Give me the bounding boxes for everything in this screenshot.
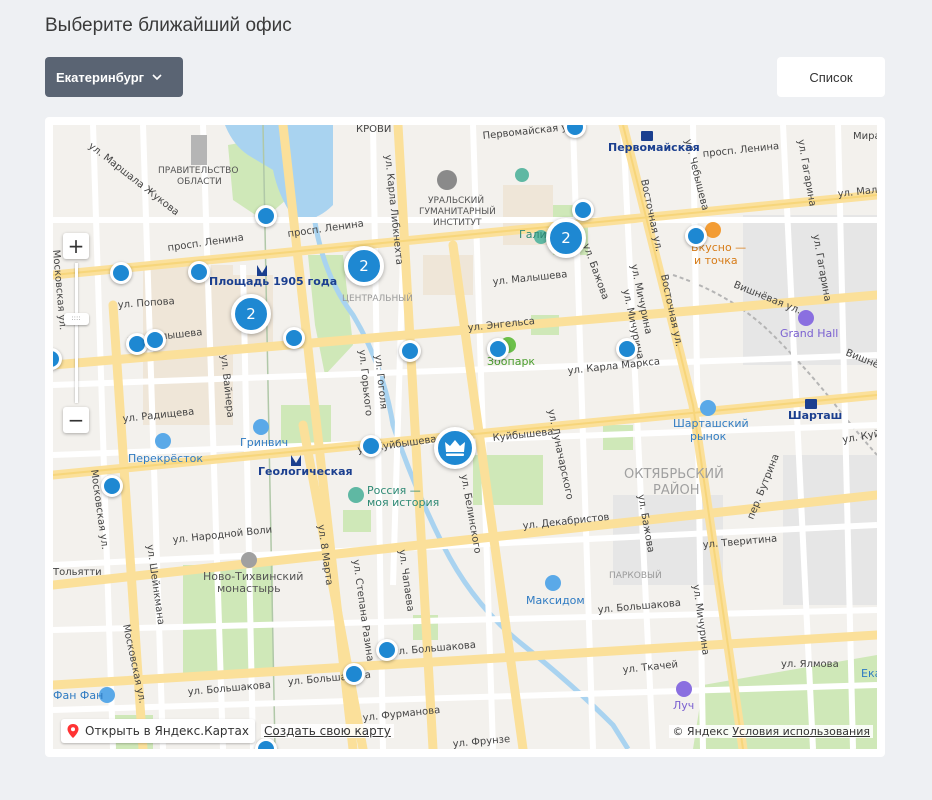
poi-grinvich: Гринвич <box>240 436 288 449</box>
poi-institute-1: УРАЛЬСКИЙ <box>428 194 484 206</box>
metro-geologicheskaya-label: Геологическая <box>258 465 353 478</box>
office-marker[interactable] <box>101 475 123 497</box>
poi-institute-2: ГУМАНИТАРНЫЙ <box>419 205 496 217</box>
area-label-centralny: ЦЕНТРАЛЬНЫЙ <box>342 292 413 304</box>
page-title: Выберите ближайший офис <box>45 15 292 36</box>
zoom-in-button[interactable]: + <box>63 233 89 259</box>
list-button[interactable]: Список <box>777 57 885 97</box>
metro-shartash-label: Шарташ <box>788 409 842 422</box>
poi-maksidom: Максидом <box>526 594 585 607</box>
street-label-tolyatti: Тольятти <box>53 567 102 578</box>
office-marker[interactable] <box>399 340 421 362</box>
street-label-yalamova: ул. Ялмова <box>781 659 839 670</box>
zoom-control: + :::: − <box>63 233 89 433</box>
office-marker[interactable] <box>188 261 210 283</box>
street-label-mira: Мира <box>853 131 877 142</box>
poi-russia-2: моя история <box>367 496 439 509</box>
zoom-slider[interactable]: :::: <box>63 263 89 403</box>
office-cluster[interactable]: 2 <box>344 246 384 286</box>
poi-institute-3: ИНСТИТУТ <box>433 218 482 228</box>
office-cluster[interactable]: 2 <box>231 294 271 334</box>
poi-shartash-market-1: Шарташский <box>673 417 749 430</box>
office-marker[interactable] <box>255 205 277 227</box>
office-marker[interactable] <box>283 327 305 349</box>
main-office-marker[interactable] <box>434 427 476 469</box>
zoom-slider-handle[interactable]: :::: <box>63 313 89 325</box>
office-marker[interactable] <box>343 663 365 685</box>
open-in-yandex-maps-label: Открыть в Яндекс.Картах <box>85 724 249 738</box>
poi-fanfan: Фан Фан <box>53 689 103 702</box>
street-label-krovi: КРОВИ <box>356 125 391 135</box>
city-select-label: Екатеринбург <box>56 69 145 85</box>
office-marker[interactable] <box>360 435 382 457</box>
area-label-oktyabrsky: ОКТЯБРЬСКИЙ <box>624 466 724 482</box>
copyright-text: © Яндекс <box>672 725 729 738</box>
office-marker[interactable] <box>487 338 509 360</box>
map-pin-icon <box>67 724 79 738</box>
office-marker[interactable] <box>144 329 166 351</box>
office-marker[interactable] <box>376 639 398 661</box>
map-copyright: © Яндекс Условия использования <box>669 725 873 738</box>
office-marker[interactable] <box>616 338 638 360</box>
poi-perekrestok: Перекрёсток <box>128 452 203 465</box>
map-canvas[interactable]: просп. Ленина просп. Ленина просп. Ленин… <box>53 125 877 749</box>
create-map-link[interactable]: Создать свою карту <box>261 724 394 738</box>
office-marker[interactable] <box>572 199 594 221</box>
poi-grand-hall: Grand Hall <box>780 327 838 340</box>
zoom-out-button[interactable]: − <box>63 407 89 433</box>
metro-pervomayskaya-label: Первомайская <box>608 141 700 154</box>
map-card: просп. Ленина просп. Ленина просп. Ленин… <box>45 117 885 757</box>
chevron-down-icon <box>152 74 162 81</box>
open-in-yandex-maps-button[interactable]: Открыть в Яндекс.Картах <box>61 719 255 743</box>
poi-government-2: ОБЛАСТИ <box>177 177 222 187</box>
poi-luch: Луч <box>673 699 694 712</box>
poi-novo-2: монастырь <box>217 582 281 595</box>
crown-icon <box>445 440 465 456</box>
area-label-rayon: РАЙОН <box>653 482 699 498</box>
office-marker[interactable] <box>110 262 132 284</box>
office-cluster[interactable]: 2 <box>546 218 586 258</box>
city-select[interactable]: Екатеринбург <box>45 57 183 97</box>
metro-ploshchad-label: Площадь 1905 года <box>209 275 337 288</box>
terms-of-use-link[interactable]: Условия использования <box>732 725 870 738</box>
poi-vkusno-2: и точка <box>694 254 738 267</box>
poi-government-1: ПРАВИТЕЛЬСТВО <box>158 166 238 176</box>
poi-eka: Ека <box>861 667 877 680</box>
area-label-parkovy: ПАРКОВЫЙ <box>609 569 662 581</box>
office-marker[interactable] <box>685 225 707 247</box>
poi-shartash-market-2: рынок <box>690 430 727 443</box>
